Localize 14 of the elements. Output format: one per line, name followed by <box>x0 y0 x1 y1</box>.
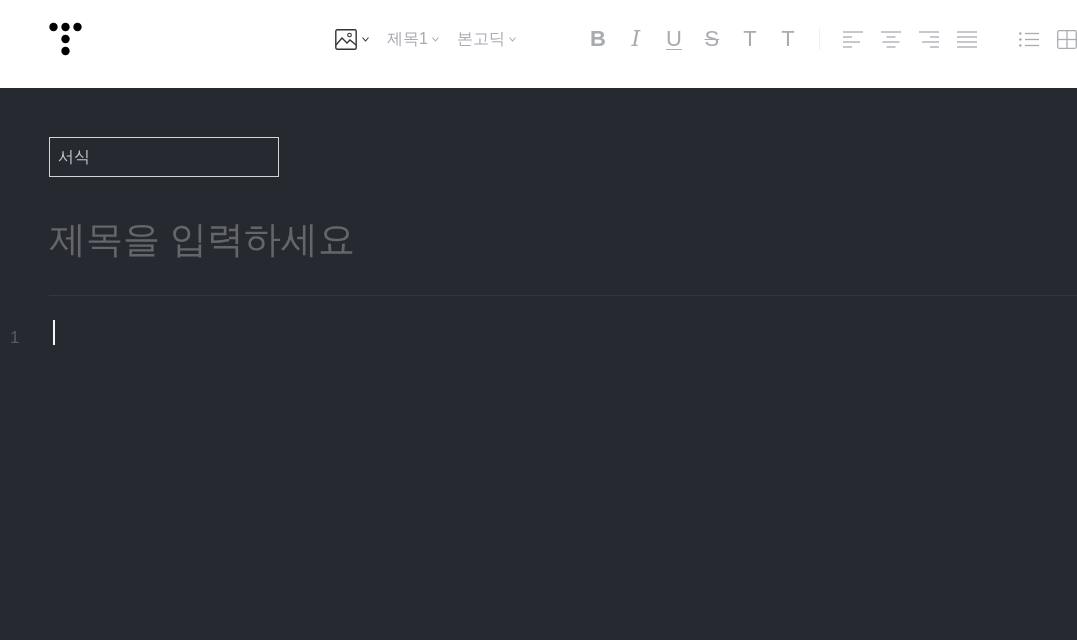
title-field[interactable]: 제목을 입력하세요 <box>49 215 749 265</box>
caret-icon <box>362 36 369 42</box>
align-justify-icon <box>956 30 977 48</box>
caret-icon <box>431 36 439 42</box>
format-select[interactable]: 서식 <box>49 137 279 177</box>
align-left-icon <box>842 30 863 48</box>
align-center-icon <box>880 30 901 48</box>
image-button[interactable] <box>335 26 369 52</box>
caret-icon <box>508 36 516 42</box>
image-icon <box>335 28 357 50</box>
align-right-icon <box>918 30 939 48</box>
bullet-list-icon <box>1018 31 1039 47</box>
logo-icon <box>49 22 82 56</box>
table-icon <box>1056 29 1077 49</box>
